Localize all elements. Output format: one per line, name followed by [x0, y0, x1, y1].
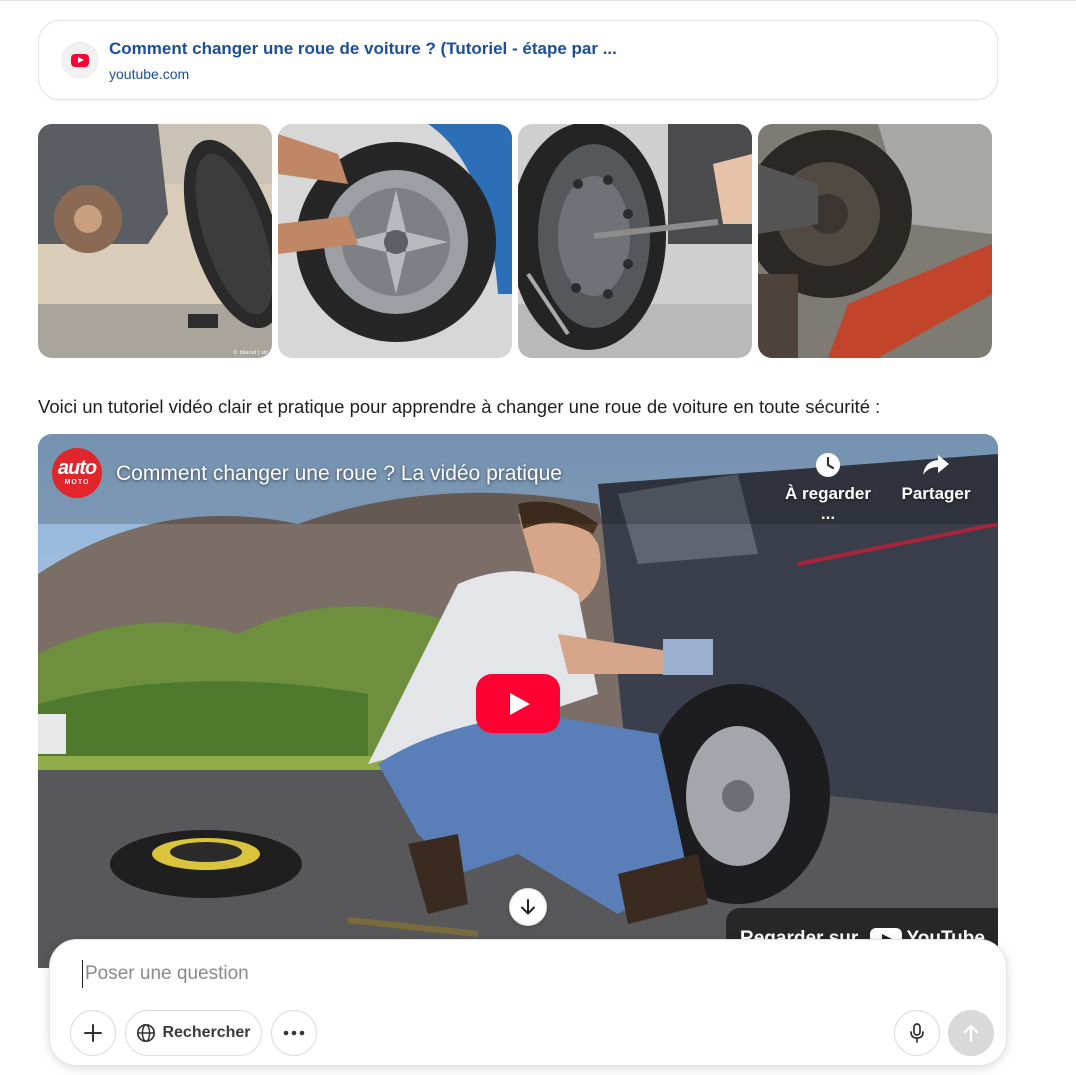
alloy-wheel-image [278, 124, 512, 358]
youtube-icon [61, 41, 99, 79]
composer: Rechercher [49, 939, 1007, 1066]
steel-wheel-image [518, 124, 752, 358]
jack-image [758, 124, 992, 358]
source-title[interactable]: Comment changer une roue de voiture ? (T… [109, 39, 617, 59]
scroll-down-button[interactable] [509, 888, 547, 926]
channel-logo-bottom: MOTO [64, 479, 90, 486]
ellipsis-icon [283, 1030, 305, 1036]
thumb-caption: © bilanol | str [233, 349, 269, 356]
arrow-up-icon [963, 1024, 979, 1043]
channel-logo-top: auto [57, 457, 97, 479]
image-thumbnail-4[interactable] [758, 124, 992, 358]
search-button-label: Rechercher [162, 1024, 251, 1041]
image-thumbnail-2[interactable] [278, 124, 512, 358]
more-options-button[interactable] [271, 1010, 317, 1056]
source-card[interactable]: Comment changer une roue de voiture ? (T… [38, 20, 998, 100]
share-label: Partager [901, 484, 971, 503]
question-input[interactable] [82, 960, 882, 988]
watch-later-label: À regarder ... [785, 484, 871, 523]
source-domain: youtube.com [109, 66, 190, 82]
microphone-button[interactable] [894, 1010, 940, 1056]
plus-icon [84, 1024, 102, 1042]
intro-text: Voici un tutoriel vidéo clair et pratiqu… [38, 396, 881, 417]
image-thumbnail-1[interactable]: © bilanol | str [38, 124, 272, 358]
play-button[interactable] [476, 674, 560, 733]
send-button[interactable] [948, 1010, 994, 1056]
image-thumbnail-3[interactable] [518, 124, 752, 358]
top-divider [0, 0, 1076, 1]
share-arrow-icon [898, 450, 974, 480]
brake-disc-image: © bilanol | str [38, 124, 272, 358]
clock-icon [776, 450, 880, 480]
microphone-icon [910, 1023, 924, 1043]
video-title[interactable]: Comment changer une roue ? La vidéo prat… [116, 462, 562, 486]
globe-icon [137, 1023, 156, 1043]
video-embed[interactable]: auto MOTO Comment changer une roue ? La … [38, 434, 998, 968]
share-button[interactable]: Partager [898, 450, 974, 504]
arrow-down-icon [521, 899, 535, 915]
channel-logo[interactable]: auto MOTO [52, 448, 102, 498]
add-button[interactable] [70, 1010, 116, 1056]
search-button[interactable]: Rechercher [125, 1010, 262, 1056]
watch-later-button[interactable]: À regarder ... [776, 450, 880, 524]
